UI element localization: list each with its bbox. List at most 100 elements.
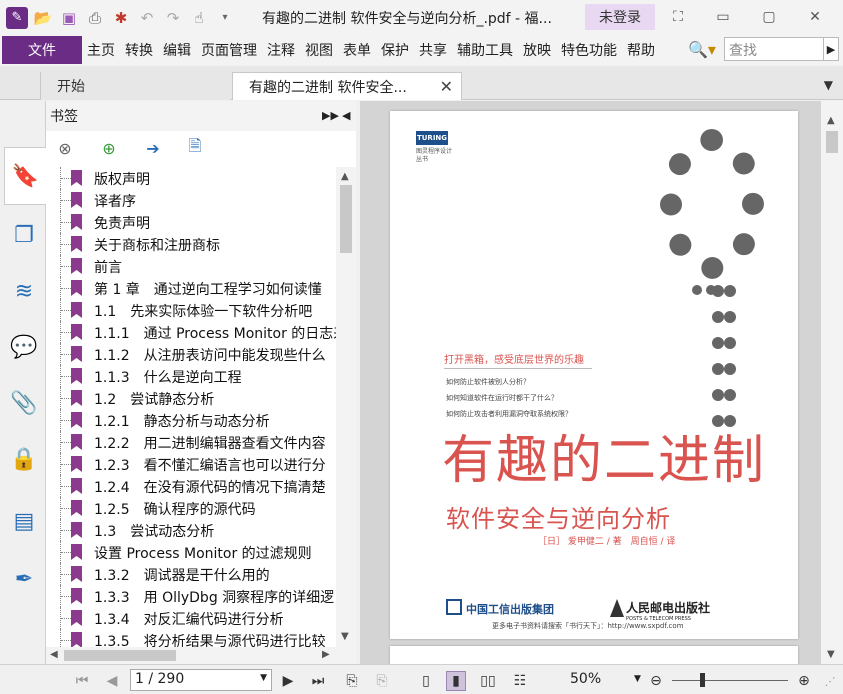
- go-to-bookmark-icon[interactable]: ➔: [142, 137, 164, 159]
- bookmark-item[interactable]: 1.2.1 静态分析与动态分析: [46, 409, 336, 431]
- single-page-view-icon[interactable]: ▯: [416, 671, 436, 691]
- document-vertical-scrollbar[interactable]: ▲ ▼: [821, 101, 843, 664]
- continuous-facing-view-icon[interactable]: ☷: [510, 671, 530, 691]
- zoom-in-icon[interactable]: ⊕: [794, 671, 814, 691]
- menu-edit[interactable]: 编辑: [158, 40, 196, 60]
- menu-convert[interactable]: 转换: [120, 40, 158, 60]
- bookmark-item[interactable]: 1.3 尝试动态分析: [46, 519, 336, 541]
- bookmark-item[interactable]: 1.1 先来实际体验一下软件分析吧: [46, 299, 336, 321]
- next-view-icon[interactable]: ⎘: [372, 671, 392, 691]
- undo-icon[interactable]: ↶: [136, 7, 158, 29]
- doc-scroll-up-icon[interactable]: ▲: [827, 115, 835, 126]
- menu-presentation[interactable]: 放映: [518, 40, 556, 60]
- layers-panel-icon[interactable]: ≋: [9, 275, 39, 307]
- bookmark-item[interactable]: 关于商标和注册商标: [46, 233, 336, 255]
- bookmark-panel-icon[interactable]: 🔖: [4, 147, 46, 205]
- comments-panel-icon[interactable]: 💬: [9, 331, 39, 363]
- menu-share[interactable]: 共享: [414, 40, 452, 60]
- bookmark-item[interactable]: 1.3.5 将分析结果与源代码进行比较: [46, 629, 336, 647]
- hscroll-thumb[interactable]: [64, 650, 176, 661]
- fullscreen-icon[interactable]: ⛶: [667, 6, 689, 28]
- bookmark-item[interactable]: 1.2 尝试静态分析: [46, 387, 336, 409]
- tab-start[interactable]: 开始: [40, 72, 230, 100]
- bookmark-item[interactable]: 1.2.3 看不懂汇编语言也可以进行分: [46, 453, 336, 475]
- tab-document[interactable]: 有趣的二进制 软件安全... ✕: [232, 72, 462, 100]
- doc-scroll-down-icon[interactable]: ▼: [827, 649, 835, 660]
- signature-panel-icon[interactable]: ✒: [9, 563, 39, 595]
- bookmark-vertical-scrollbar[interactable]: ▲ ▼: [336, 167, 356, 647]
- menu-comment[interactable]: 注释: [262, 40, 300, 60]
- tab-list-icon[interactable]: ▼: [824, 78, 833, 92]
- zoom-slider-track[interactable]: [672, 680, 788, 681]
- minimize-icon[interactable]: ▭: [712, 6, 734, 28]
- restore-icon[interactable]: ▢: [758, 6, 780, 28]
- bookmark-item[interactable]: 前言: [46, 255, 336, 277]
- zoom-slider-thumb[interactable]: [700, 673, 705, 687]
- menu-file[interactable]: 文件: [2, 36, 82, 64]
- bookmark-properties-icon[interactable]: 🗎: [184, 136, 206, 159]
- scroll-left-icon[interactable]: ◀: [50, 649, 58, 660]
- bookmark-item[interactable]: 1.3.3 用 OllyDbg 洞察程序的详细逻: [46, 585, 336, 607]
- bookmark-item[interactable]: 免责声明: [46, 211, 336, 233]
- search-go-icon[interactable]: ▶: [823, 37, 839, 61]
- zoom-out-icon[interactable]: ⊖: [646, 671, 666, 691]
- previous-view-icon[interactable]: ⎘: [342, 671, 362, 691]
- hand-tool-icon[interactable]: ☝: [188, 7, 210, 29]
- search-input[interactable]: 查找: [724, 37, 824, 61]
- security-panel-icon[interactable]: 🔒: [9, 443, 39, 475]
- bookmark-item[interactable]: 1.2.4 在没有源代码的情况下搞清楚: [46, 475, 336, 497]
- print-icon[interactable]: ⎙: [84, 7, 106, 29]
- bookmark-item[interactable]: 1.1.2 从注册表访问中能发现些什么: [46, 343, 336, 365]
- menu-featured[interactable]: 特色功能: [556, 40, 622, 60]
- bookmark-item[interactable]: 第 1 章 通过逆向工程学习如何读懂: [46, 277, 336, 299]
- bookmark-item[interactable]: 1.2.5 确认程序的源代码: [46, 497, 336, 519]
- bookmark-item[interactable]: 1.3.2 调试器是干什么用的: [46, 563, 336, 585]
- add-bookmark-icon[interactable]: ⊕: [98, 137, 120, 159]
- bookmark-item[interactable]: 版权声明: [46, 167, 336, 189]
- bookmark-item[interactable]: 设置 Process Monitor 的过滤规则: [46, 541, 336, 563]
- continuous-view-icon[interactable]: ▮: [446, 671, 466, 691]
- search-tool-icon[interactable]: 🔍▾: [688, 40, 716, 59]
- scroll-right-icon[interactable]: ▶: [322, 649, 330, 660]
- delete-bookmark-icon[interactable]: ⊗: [54, 137, 76, 159]
- attachments-panel-icon[interactable]: 📎: [9, 387, 39, 419]
- login-button[interactable]: 未登录: [585, 4, 655, 30]
- page-dropdown-icon[interactable]: ▼: [260, 673, 267, 683]
- facing-view-icon[interactable]: ▯▯: [478, 671, 498, 691]
- resize-grip-icon[interactable]: ⋰: [820, 671, 840, 691]
- zoom-level[interactable]: 50%: [570, 671, 601, 687]
- first-page-icon[interactable]: ⏮: [72, 671, 92, 691]
- previous-page-icon[interactable]: ◀: [102, 671, 122, 691]
- page-number-input[interactable]: 1 / 290 ▼: [130, 669, 272, 691]
- zoom-dropdown-icon[interactable]: ▼: [634, 674, 641, 684]
- redo-icon[interactable]: ↷: [162, 7, 184, 29]
- open-folder-icon[interactable]: 📂: [32, 7, 54, 29]
- tab-close-icon[interactable]: ✕: [440, 77, 453, 96]
- last-page-icon[interactable]: ⏭: [308, 671, 328, 691]
- bookmark-item[interactable]: 1.1.3 什么是逆向工程: [46, 365, 336, 387]
- bookmark-horizontal-scrollbar[interactable]: ◀ ▶: [46, 647, 356, 664]
- menu-protect[interactable]: 保护: [376, 40, 414, 60]
- menu-help[interactable]: 帮助: [622, 40, 660, 60]
- scroll-thumb[interactable]: [340, 185, 352, 253]
- bookmark-item[interactable]: 译者序: [46, 189, 336, 211]
- menu-home[interactable]: 主页: [82, 40, 120, 60]
- menu-view[interactable]: 视图: [300, 40, 338, 60]
- bookmark-item[interactable]: 1.1.1 通过 Process Monitor 的日志来: [46, 321, 336, 343]
- scroll-down-icon[interactable]: ▼: [341, 631, 349, 642]
- document-viewport[interactable]: TURING 图灵程序设计丛书 打开黑箱，感受底层世界的乐趣 如何防止软件被别人…: [360, 101, 821, 664]
- doc-scroll-thumb[interactable]: [826, 131, 838, 153]
- customize-toolbar-icon[interactable]: ▾: [214, 7, 236, 29]
- expand-panel-icon[interactable]: ▶▶: [322, 109, 339, 122]
- bookmark-item[interactable]: 1.2.2 用二进制编辑器查看文件内容: [46, 431, 336, 453]
- pages-panel-icon[interactable]: ❐: [9, 219, 39, 251]
- bookmark-item[interactable]: 1.3.4 对反汇编代码进行分析: [46, 607, 336, 629]
- scroll-up-icon[interactable]: ▲: [341, 171, 349, 182]
- menu-accessibility[interactable]: 辅助工具: [452, 40, 518, 60]
- next-page-icon[interactable]: ▶: [278, 671, 298, 691]
- menu-form[interactable]: 表单: [338, 40, 376, 60]
- menu-page-management[interactable]: 页面管理: [196, 40, 262, 60]
- fields-panel-icon[interactable]: ▤: [9, 505, 39, 537]
- collapse-panel-icon[interactable]: ◀: [342, 109, 350, 122]
- save-icon[interactable]: ▣: [58, 7, 80, 29]
